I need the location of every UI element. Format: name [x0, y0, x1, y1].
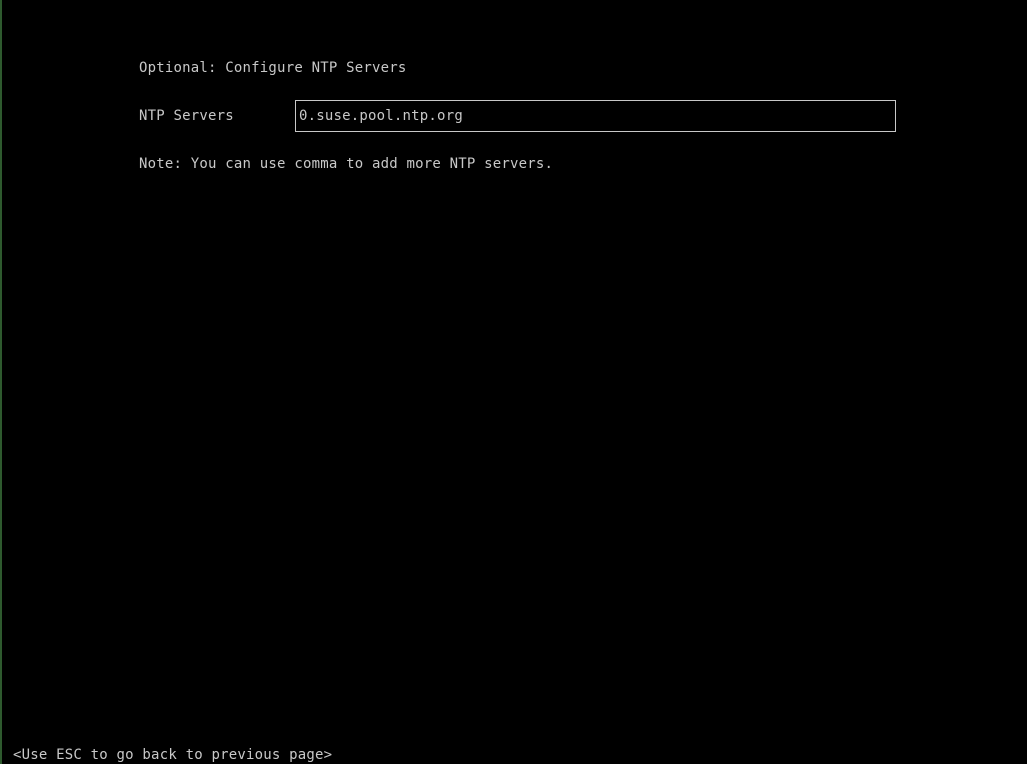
- console-screen: Optional: Configure NTP Servers NTP Serv…: [0, 0, 1027, 764]
- page-title: Optional: Configure NTP Servers: [139, 60, 407, 76]
- esc-hint: <Use ESC to go back to previous page>: [13, 747, 333, 763]
- ntp-servers-input[interactable]: [295, 100, 896, 132]
- ntp-note: Note: You can use comma to add more NTP …: [139, 156, 554, 172]
- ntp-servers-label: NTP Servers: [139, 108, 234, 124]
